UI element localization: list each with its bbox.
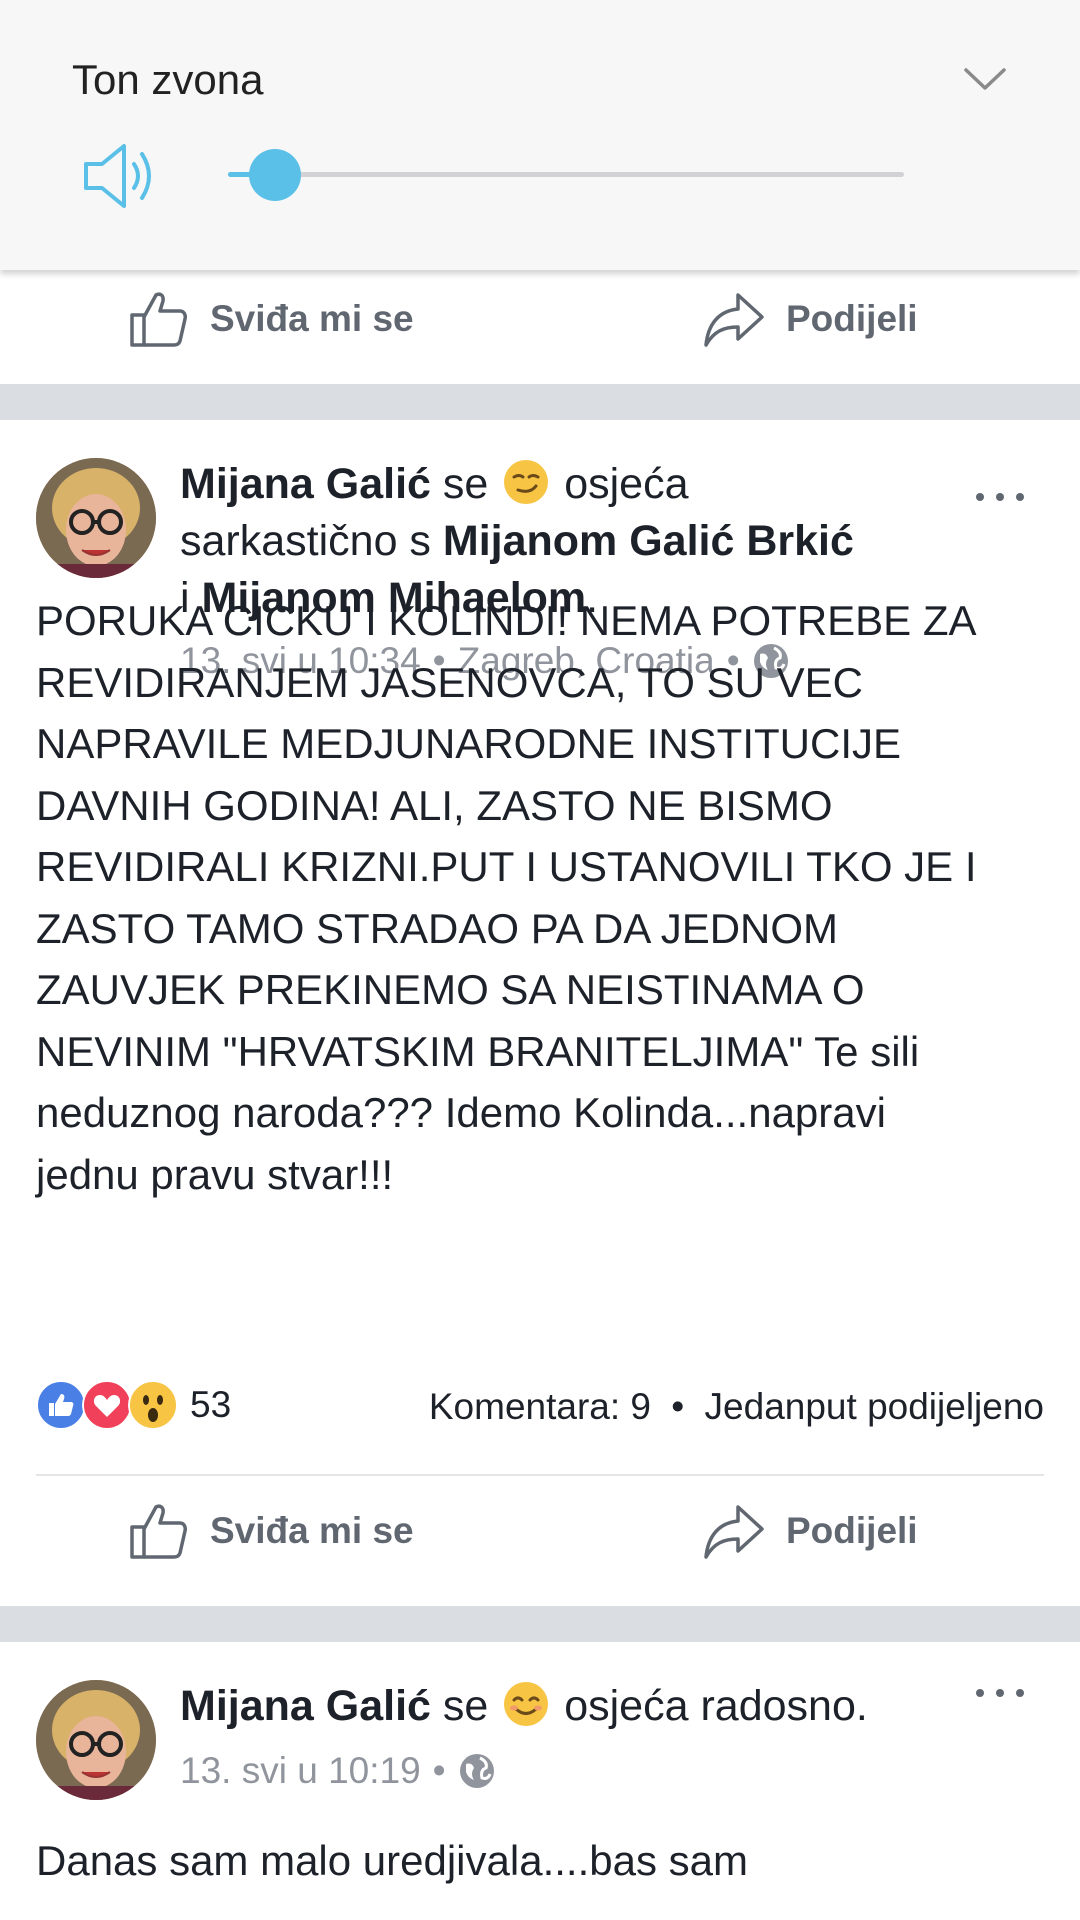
post-card: Mijana Galić se osjeća radosno. 13. svi … <box>0 1642 1080 1920</box>
more-options-icon[interactable] <box>968 482 1032 512</box>
share-arrow-icon <box>704 293 764 347</box>
author-name[interactable]: Mijana Galić <box>180 460 431 508</box>
globe-icon <box>459 1754 494 1788</box>
avatar[interactable] <box>36 1680 156 1800</box>
feed-separator <box>0 384 1080 420</box>
feeling-text: osjeća radosno. <box>564 1682 868 1730</box>
action-bar: Sviđa mi se Podijeli <box>0 264 1080 374</box>
post-time[interactable]: 13. svi u 10:19 <box>180 1750 421 1792</box>
feeling-prefix: se <box>442 1682 489 1730</box>
post-body-line: REVIDIRALI KRIZNI.PUT I USTANOVILI TKO J… <box>36 843 977 890</box>
like-button[interactable]: Sviđa mi se <box>126 1476 414 1586</box>
tagged-user-1[interactable]: Mijanom Galić Brkić <box>443 517 854 565</box>
wow-reaction-icon <box>128 1380 178 1430</box>
post-body-line: REVIDIRANJEM JASENOVCA, TO SU VEC <box>36 658 863 706</box>
more-options-icon[interactable] <box>968 1678 1032 1708</box>
share-button[interactable]: Podijeli <box>702 264 918 374</box>
thumbs-up-icon <box>130 1504 187 1559</box>
post-body-line: DAVNIH GODINA! ALI, ZASTO NE BISMO <box>36 781 833 829</box>
avatar-image <box>36 1680 156 1800</box>
like-button[interactable]: Sviđa mi se <box>126 264 414 374</box>
feeling-text: osjeća <box>564 460 689 508</box>
smile-emoji-icon <box>504 1682 549 1726</box>
post-body-line: NAPRAVILE MEDJUNARODNE INSTITUCIJE <box>36 720 901 767</box>
action-bar: Sviđa mi se Podijeli <box>0 1476 1080 1586</box>
share-label: Podijeli <box>786 298 918 339</box>
post-card: Mijana Galić se osjeća sarkastično s Mij… <box>0 420 1080 1606</box>
avatar[interactable] <box>36 458 156 578</box>
stats-dot: • <box>671 1386 685 1427</box>
love-reaction-icon <box>82 1380 132 1430</box>
post-header: Mijana Galić se osjeća radosno. <box>180 1678 950 1735</box>
reaction-count: 53 <box>190 1384 232 1425</box>
feed-separator <box>0 1606 1080 1642</box>
like-label: Sviđa mi se <box>210 1510 414 1551</box>
share-arrow-icon <box>704 1505 764 1559</box>
chevron-down-icon[interactable] <box>960 58 1010 98</box>
speaker-icon[interactable] <box>82 138 162 214</box>
post-body-line: Danas sam malo uredjivala....bas sam <box>36 1837 748 1884</box>
volume-panel: Ton zvona <box>0 0 1080 270</box>
like-reaction-icon <box>36 1380 86 1430</box>
avatar-image <box>36 458 156 578</box>
thumbs-up-icon <box>130 292 187 347</box>
like-label: Sviđa mi se <box>210 298 414 339</box>
volume-title: Ton zvona <box>72 56 264 103</box>
post-stats: Komentara: 9 • Jedanput podijeljeno <box>429 1386 1044 1428</box>
post-body: Danas sam malo uredjivala....bas sam <box>36 1830 1046 1892</box>
share-label: Podijeli <box>786 1510 918 1551</box>
volume-slider-thumb[interactable] <box>249 149 302 201</box>
feeling-prefix: se <box>442 460 489 508</box>
author-name[interactable]: Mijana Galić <box>180 1682 431 1730</box>
post-body-line: ZASTO TAMO STRADAO PA DA JEDNOM <box>36 904 839 952</box>
reaction-summary[interactable]: 53 <box>36 1380 231 1430</box>
post-body: PORUKA CICKU I KOLINDI! NEMA POTREBE ZA R… <box>36 590 1046 1205</box>
feeling-word: sarkastično s <box>180 517 431 565</box>
comment-count[interactable]: Komentara: 9 <box>429 1386 651 1427</box>
post-body-line: jednu pravu stvar!!! <box>36 1150 394 1198</box>
post-meta: 13. svi u 10:19 • <box>180 1750 496 1792</box>
post-body-line: ZAUVJEK PREKINEMO SA NEISTINAMA O <box>36 966 865 1013</box>
meta-dot: • <box>432 1750 446 1791</box>
post-body-line: PORUKA CICKU I KOLINDI! NEMA POTREBE ZA <box>36 597 977 644</box>
smirk-emoji-icon <box>504 460 549 504</box>
share-button[interactable]: Podijeli <box>702 1476 918 1586</box>
post-body-line: neduznog naroda??? Idemo Kolinda...napra… <box>36 1089 886 1136</box>
post-body-line: NEVINIM "HRVATSKIM BRANITELJIMA" Te sili <box>36 1027 920 1075</box>
volume-slider[interactable] <box>228 172 904 177</box>
share-count[interactable]: Jedanput podijeljeno <box>705 1386 1044 1427</box>
